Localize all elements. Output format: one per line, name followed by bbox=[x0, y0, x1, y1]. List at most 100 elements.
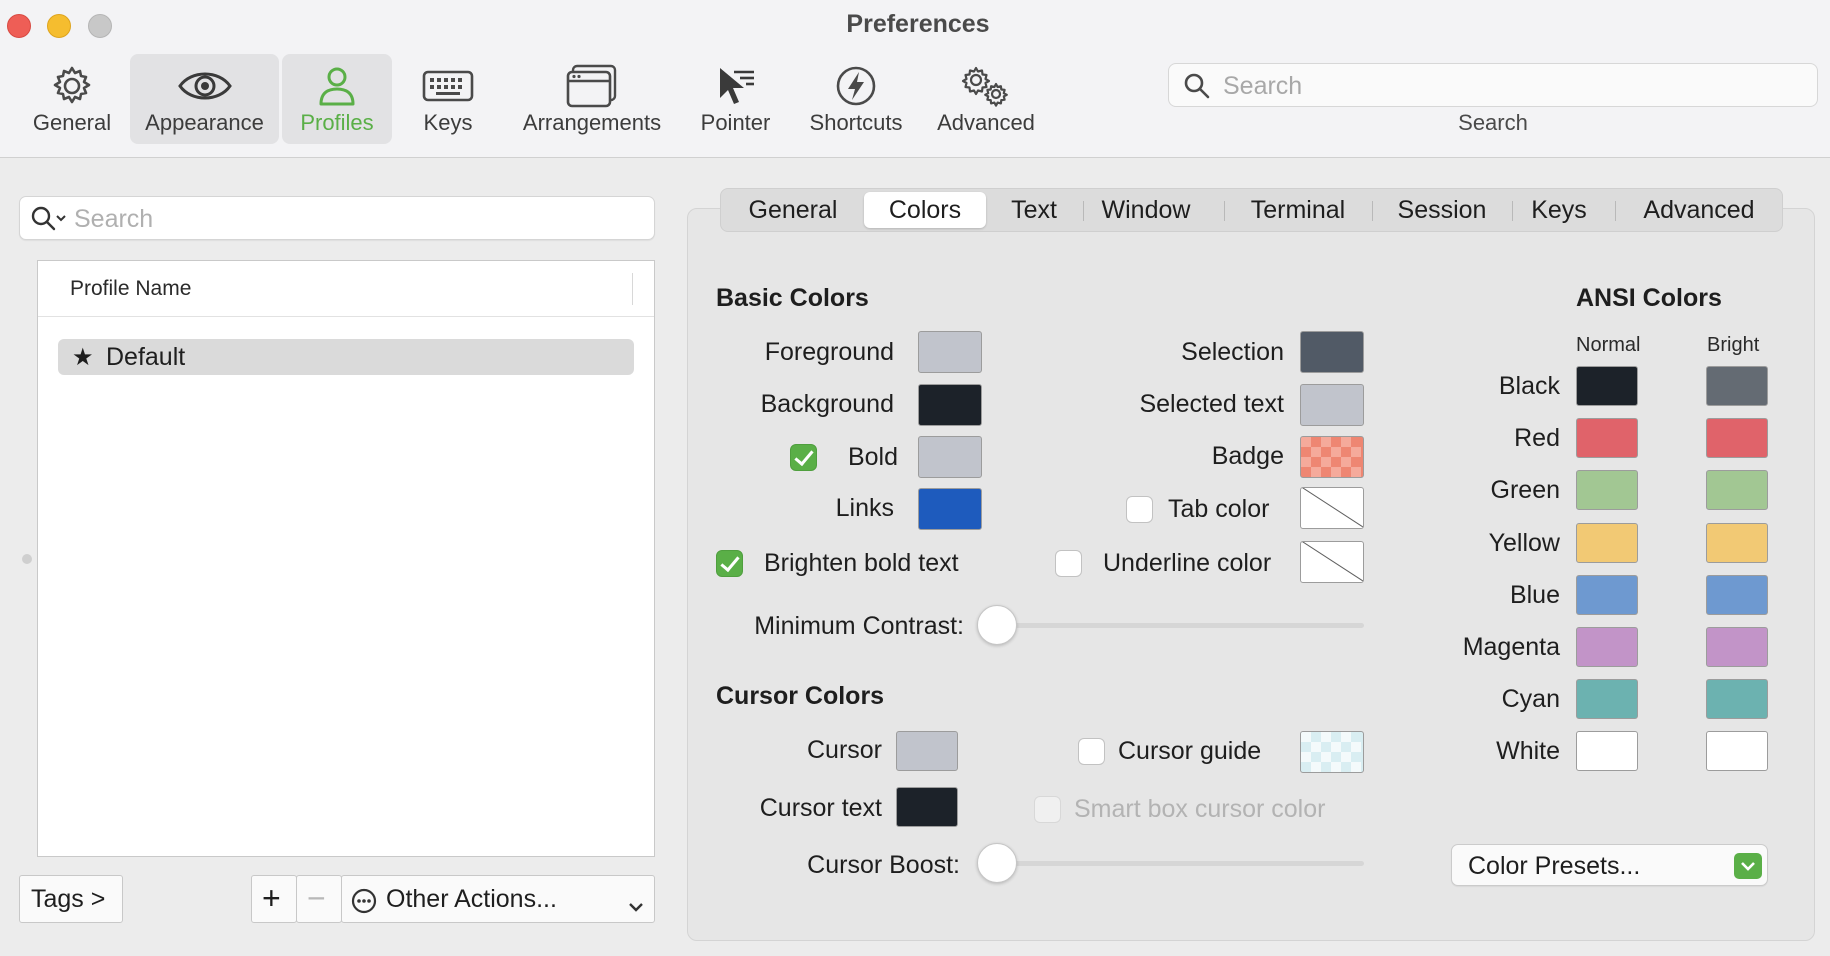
ansi-row-label: Yellow bbox=[1488, 529, 1560, 557]
basic-colors-title: Basic Colors bbox=[716, 284, 869, 312]
brighten-bold-checkbox[interactable] bbox=[716, 550, 743, 577]
underline-color-well[interactable] bbox=[1300, 541, 1364, 583]
tab-window[interactable]: Window bbox=[1089, 192, 1203, 228]
smart-box-cursor-checkbox[interactable] bbox=[1034, 796, 1061, 823]
remove-label: − bbox=[307, 880, 326, 916]
minimum-contrast-label: Minimum Contrast: bbox=[754, 612, 964, 640]
add-label: + bbox=[262, 880, 281, 916]
tags-button[interactable]: Tags > bbox=[19, 875, 123, 923]
toolbar-label: General bbox=[32, 110, 112, 135]
tab-session[interactable]: Session bbox=[1379, 192, 1505, 228]
person-icon bbox=[282, 62, 392, 110]
ansi-white-normal-well[interactable] bbox=[1576, 731, 1638, 771]
minimum-contrast-knob[interactable] bbox=[977, 605, 1017, 645]
background-label: Background bbox=[760, 390, 894, 418]
ansi-row-label: Green bbox=[1490, 476, 1560, 504]
color-presets-popup[interactable]: Color Presets... bbox=[1451, 844, 1768, 886]
search-icon bbox=[30, 205, 70, 238]
remove-profile-button[interactable]: − bbox=[296, 875, 342, 923]
ansi-normal-header: Normal bbox=[1576, 334, 1641, 356]
ansi-row-label: White bbox=[1496, 737, 1560, 765]
toolbar-label: Pointer bbox=[700, 110, 771, 135]
table-row[interactable]: ★ Default bbox=[58, 339, 634, 375]
underline-color-checkbox[interactable] bbox=[1055, 550, 1082, 577]
foreground-color-well[interactable] bbox=[918, 331, 982, 373]
cursor-guide-color-well[interactable] bbox=[1300, 731, 1364, 773]
cursor-color-well[interactable] bbox=[896, 731, 958, 771]
toolbar-search-input[interactable]: Search bbox=[1168, 63, 1818, 107]
toolbar-arrangements[interactable]: Arrangements bbox=[512, 54, 672, 144]
ansi-cyan-normal-well[interactable] bbox=[1576, 679, 1638, 719]
toolbar-general[interactable]: General bbox=[20, 54, 124, 144]
split-view-handle[interactable] bbox=[22, 554, 32, 564]
tab-color-label: Tab color bbox=[1168, 495, 1270, 523]
tab-advanced[interactable]: Advanced bbox=[1621, 192, 1777, 228]
links-color-well[interactable] bbox=[918, 488, 982, 530]
color-presets-label: Color Presets... bbox=[1468, 852, 1641, 880]
add-profile-button[interactable]: + bbox=[251, 875, 297, 923]
selected-text-color-well[interactable] bbox=[1300, 384, 1364, 426]
tab-color-well[interactable] bbox=[1300, 487, 1364, 529]
other-actions-button[interactable]: Other Actions... bbox=[341, 875, 655, 923]
ansi-cyan-bright-well[interactable] bbox=[1706, 679, 1768, 719]
ansi-green-bright-well[interactable] bbox=[1706, 470, 1768, 510]
toolbar-search-label: Search bbox=[1458, 110, 1528, 135]
cursor-boost-slider[interactable] bbox=[998, 861, 1364, 866]
toolbar-advanced[interactable]: Advanced bbox=[928, 54, 1044, 144]
profile-tabs: General Colors Text Window Terminal Sess… bbox=[720, 188, 1783, 232]
column-divider bbox=[632, 273, 633, 305]
bold-color-well[interactable] bbox=[918, 436, 982, 478]
ansi-green-normal-well[interactable] bbox=[1576, 470, 1638, 510]
pointer-icon bbox=[688, 62, 783, 110]
tab-keys[interactable]: Keys bbox=[1519, 192, 1599, 228]
cursor-boost-knob[interactable] bbox=[977, 843, 1017, 883]
toolbar-label: Profiles bbox=[300, 110, 374, 135]
profile-name: Default bbox=[106, 343, 186, 371]
ansi-black-normal-well[interactable] bbox=[1576, 366, 1638, 406]
tab-colors[interactable]: Colors bbox=[864, 192, 986, 228]
eye-icon bbox=[130, 62, 279, 110]
toolbar-keys[interactable]: Keys bbox=[400, 54, 496, 144]
ansi-black-bright-well[interactable] bbox=[1706, 366, 1768, 406]
tab-text[interactable]: Text bbox=[991, 192, 1077, 228]
tab-divider bbox=[1615, 201, 1616, 221]
foreground-label: Foreground bbox=[764, 338, 894, 366]
ansi-row-label: Black bbox=[1498, 372, 1560, 400]
cursor-guide-checkbox[interactable] bbox=[1078, 738, 1105, 765]
cursor-boost-label: Cursor Boost: bbox=[807, 851, 960, 879]
toolbar-label: Keys bbox=[423, 110, 473, 135]
tab-color-checkbox[interactable] bbox=[1126, 496, 1153, 523]
badge-color-well[interactable] bbox=[1300, 436, 1364, 478]
tab-general[interactable]: General bbox=[729, 192, 857, 228]
lightning-icon bbox=[798, 62, 914, 110]
ansi-white-bright-well[interactable] bbox=[1706, 731, 1768, 771]
profile-table: Profile Name ★ Default bbox=[37, 260, 655, 857]
toolbar-label: Appearance bbox=[145, 110, 264, 135]
toolbar-label: Arrangements bbox=[522, 110, 662, 135]
cursor-text-color-well[interactable] bbox=[896, 787, 958, 827]
minimum-contrast-slider[interactable] bbox=[998, 623, 1364, 628]
toolbar-shortcuts[interactable]: Shortcuts bbox=[798, 54, 914, 144]
table-header[interactable]: Profile Name bbox=[38, 261, 654, 317]
ansi-yellow-normal-well[interactable] bbox=[1576, 523, 1638, 563]
toolbar-appearance[interactable]: Appearance bbox=[130, 54, 279, 144]
cursor-colors-title: Cursor Colors bbox=[716, 682, 885, 710]
background-color-well[interactable] bbox=[918, 384, 982, 426]
ansi-magenta-normal-well[interactable] bbox=[1576, 627, 1638, 667]
ansi-yellow-bright-well[interactable] bbox=[1706, 523, 1768, 563]
toolbar-pointer[interactable]: Pointer bbox=[688, 54, 783, 144]
tab-divider bbox=[1372, 201, 1373, 221]
ansi-blue-bright-well[interactable] bbox=[1706, 575, 1768, 615]
selection-color-well[interactable] bbox=[1300, 331, 1364, 373]
cursor-label: Cursor bbox=[806, 736, 882, 764]
tab-terminal[interactable]: Terminal bbox=[1231, 192, 1365, 228]
bold-checkbox[interactable] bbox=[790, 444, 817, 471]
profile-search-input[interactable]: Search bbox=[19, 196, 655, 240]
tab-divider bbox=[1083, 201, 1084, 221]
ansi-magenta-bright-well[interactable] bbox=[1706, 627, 1768, 667]
toolbar-profiles[interactable]: Profiles bbox=[282, 54, 392, 144]
ansi-red-bright-well[interactable] bbox=[1706, 418, 1768, 458]
ansi-blue-normal-well[interactable] bbox=[1576, 575, 1638, 615]
window-icon bbox=[512, 62, 672, 110]
ansi-red-normal-well[interactable] bbox=[1576, 418, 1638, 458]
